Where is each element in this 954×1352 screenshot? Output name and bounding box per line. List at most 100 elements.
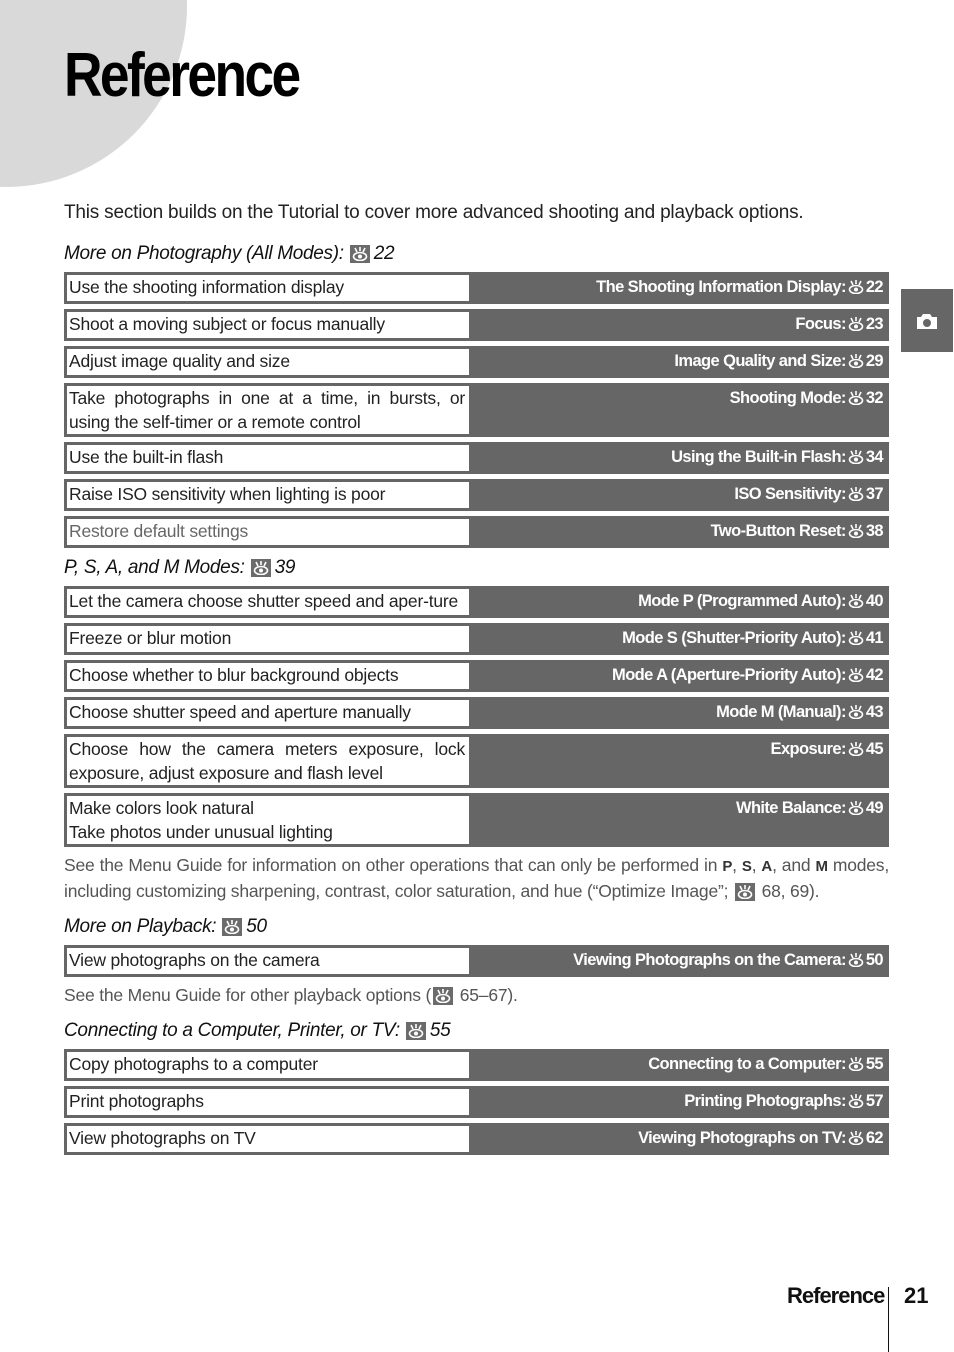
side-tab-photography[interactable]	[901, 289, 953, 352]
page-reference-icon	[405, 1022, 426, 1040]
section: More on Photography (All Modes): 22 Use th…	[64, 242, 889, 548]
task-description: Choose whether to blur background object…	[67, 663, 469, 689]
page-reference-icon	[433, 987, 454, 1006]
section-heading: P, S, A, and M Modes: 39	[64, 556, 889, 580]
reference-row: Choose shutter speed and aperture manual…	[64, 697, 889, 729]
reference-link[interactable]: Viewing Photographs on the Camera: 50	[469, 948, 889, 974]
section-heading-page[interactable]: 39	[275, 556, 296, 580]
reference-page: 62	[865, 1129, 884, 1147]
reference-row: Choose whether to blur background object…	[64, 660, 889, 692]
page-reference-icon	[250, 559, 271, 577]
task-description: Shoot a moving subject or focus manually	[67, 312, 469, 338]
reference-page: 43	[865, 703, 884, 721]
reference-page: 50	[865, 951, 884, 969]
page-reference-icon	[848, 798, 864, 822]
section-heading-page[interactable]: 50	[246, 915, 267, 939]
task-description: View photographs on TV	[67, 1126, 469, 1152]
task-description: Print photographs	[67, 1089, 469, 1115]
reference-link[interactable]: Printing Photographs: 57	[469, 1089, 889, 1115]
page-number: 21	[904, 1283, 929, 1308]
reference-title: ISO Sensitivity:	[734, 485, 846, 503]
page-reference-icon	[848, 739, 864, 763]
reference-page: 42	[865, 666, 884, 684]
reference-content: More on Photography (All Modes): 22 Use th…	[64, 242, 889, 1163]
task-description: Make colors look natural Take photos unde…	[67, 796, 469, 844]
reference-row: Take photographs in one at a time, in bu…	[64, 383, 889, 437]
section: Connecting to a Computer, Printer, or TV…	[64, 1019, 889, 1155]
reference-page: 57	[865, 1092, 884, 1110]
page-reference-icon	[848, 591, 864, 615]
reference-title: Viewing Photographs on TV:	[638, 1129, 846, 1147]
reference-row: Shoot a moving subject or focus manually…	[64, 309, 889, 341]
reference-link[interactable]: ISO Sensitivity: 37	[469, 482, 889, 508]
intro-text: This section builds on the Tutorial to c…	[64, 202, 804, 223]
reference-page: 23	[865, 315, 884, 333]
reference-link[interactable]: Two-Button Reset: 38	[469, 519, 889, 545]
reference-title: The Shooting Information Display:	[596, 278, 846, 296]
page-reference-icon	[848, 351, 864, 375]
section-heading: More on Playback: 50	[64, 915, 889, 939]
reference-page: 22	[865, 278, 884, 296]
section-heading: More on Photography (All Modes): 22	[64, 242, 889, 266]
page-reference-icon	[848, 628, 864, 652]
page-reference-icon	[848, 665, 864, 689]
page-reference-icon	[848, 277, 864, 301]
section-note: See the Menu Guide for other playback op…	[64, 985, 518, 1006]
reference-link[interactable]: Mode M (Manual): 43	[469, 700, 889, 726]
section-heading-page[interactable]: 55	[430, 1019, 451, 1043]
task-description: View photographs on the camera	[67, 948, 469, 974]
reference-title: Focus:	[795, 315, 846, 333]
reference-row: Copy photographs to a computer Connecting…	[64, 1049, 889, 1081]
reference-link[interactable]: Shooting Mode: 32	[469, 386, 889, 434]
reference-title: Exposure:	[770, 740, 847, 758]
reference-link[interactable]: Mode A (Aperture-Priority Auto): 42	[469, 663, 889, 689]
reference-link[interactable]: Image Quality and Size: 29	[469, 349, 889, 375]
reference-title: Image Quality and Size:	[674, 352, 846, 370]
reference-link[interactable]: Connecting to a Computer: 55	[469, 1052, 889, 1078]
reference-link[interactable]: Using the Built-in Flash: 34	[469, 445, 889, 471]
reference-row: Choose how the camera meters exposure, l…	[64, 734, 889, 788]
reference-link[interactable]: The Shooting Information Display: 22	[469, 275, 889, 301]
reference-page: 45	[865, 740, 884, 758]
page-reference-icon	[848, 521, 864, 545]
reference-title: White Balance:	[735, 799, 846, 817]
camera-icon	[917, 313, 937, 329]
reference-row: Print photographs Printing Photographs: 57	[64, 1086, 889, 1118]
reference-page: 41	[865, 629, 884, 647]
page-reference-icon	[848, 1128, 864, 1152]
reference-title: Two-Button Reset:	[710, 522, 847, 540]
reference-page: 32	[865, 389, 884, 407]
page-reference-icon	[222, 918, 243, 936]
reference-title: Shooting Mode:	[729, 389, 847, 407]
section-heading: Connecting to a Computer, Printer, or TV…	[64, 1019, 889, 1043]
task-description: Restore default settings	[67, 519, 469, 545]
section-heading-page[interactable]: 22	[374, 242, 395, 266]
section-heading-text: More on Photography (All Modes):	[64, 243, 344, 264]
section-heading-text: More on Playback:	[64, 916, 217, 937]
reference-link[interactable]: Focus: 23	[469, 312, 889, 338]
reference-title: Mode A (Aperture-Priority Auto):	[612, 666, 846, 684]
reference-link[interactable]: Exposure: 45	[469, 737, 889, 785]
page-reference-icon	[848, 388, 864, 412]
reference-title: Using the Built-in Flash:	[671, 448, 846, 466]
reference-link[interactable]: White Balance: 49	[469, 796, 889, 844]
reference-page: 29	[865, 352, 884, 370]
reference-title: Mode M (Manual):	[716, 703, 846, 721]
footer-divider	[888, 1287, 889, 1352]
section-note: See the Menu Guide for information on ot…	[64, 855, 890, 902]
reference-link[interactable]: Viewing Photographs on TV: 62	[469, 1126, 889, 1152]
task-description: Adjust image quality and size	[67, 349, 469, 375]
reference-page: 55	[865, 1055, 884, 1073]
reference-row: Raise ISO sensitivity when lighting is p…	[64, 479, 889, 511]
reference-link[interactable]: Mode S (Shutter-Priority Auto): 41	[469, 626, 889, 652]
task-description: Freeze or blur motion	[67, 626, 469, 652]
reference-row: View photographs on TV Viewing Photograph…	[64, 1123, 889, 1155]
reference-row: Freeze or blur motion Mode S (Shutter-Pri…	[64, 623, 889, 655]
reference-page: 37	[865, 485, 884, 503]
task-description: Copy photographs to a computer	[67, 1052, 469, 1078]
task-description: Use the built-in flash	[67, 445, 469, 471]
reference-row: Use the built-in flash Using the Built-in…	[64, 442, 889, 474]
reference-link[interactable]: Mode P (Programmed Auto): 40	[469, 589, 889, 615]
page-reference-icon	[848, 484, 864, 508]
reference-page: 49	[865, 799, 884, 817]
